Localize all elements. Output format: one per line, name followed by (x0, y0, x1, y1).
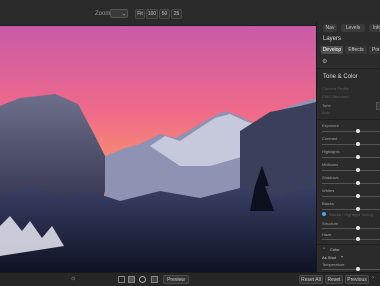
reset-button[interactable]: Reset (325, 275, 343, 284)
contrast-label: Contrast (322, 136, 338, 141)
blacks-label: Blacks (322, 201, 334, 206)
auto-button[interactable] (376, 102, 380, 110)
tab-nav[interactable]: Nav (323, 24, 337, 32)
shadows-slider[interactable] (322, 181, 380, 185)
tone-color-title: Tone & Color (323, 74, 358, 80)
whites-knob[interactable] (356, 194, 360, 198)
auto-label: Auto (322, 110, 331, 115)
exposure-slider[interactable] (322, 129, 380, 133)
layers-title: Layers (323, 36, 342, 42)
exposure-label: Exposure (322, 123, 339, 128)
chevron-down-icon: ▾ (122, 12, 125, 17)
structure-slider[interactable] (322, 226, 380, 230)
midtones-label: Midtones (322, 162, 339, 167)
exposure-knob[interactable] (356, 129, 360, 133)
chevron-down-icon: ▾ (341, 254, 344, 259)
compare-icon[interactable] (118, 276, 125, 283)
divider (317, 244, 380, 245)
bottom-bar: ☼ Preview Reset All Reset Previous › (0, 272, 380, 286)
midtones-knob[interactable] (356, 168, 360, 172)
color-icon: ◔ (322, 246, 326, 252)
divider (317, 119, 380, 120)
temperature-label: Temperature (322, 262, 345, 267)
brightness-icon[interactable]: ☼ (70, 275, 76, 282)
tab-info[interactable]: Info (369, 24, 380, 32)
highlights-slider[interactable] (322, 155, 380, 159)
structure-label: Structure (322, 221, 339, 226)
shadows-label: Shadows (322, 175, 339, 180)
contrast-knob[interactable] (356, 142, 360, 146)
camera-profile-value: CMC Standard (322, 94, 349, 99)
preview-button[interactable]: Preview (163, 275, 189, 284)
tab-develop[interactable]: Develop (321, 46, 343, 54)
shadows-knob[interactable] (356, 181, 360, 185)
tone-label: Tone (322, 103, 331, 108)
circle-icon[interactable] (139, 276, 146, 283)
previous-button[interactable]: Previous (345, 275, 369, 284)
haze-label: Haze (322, 232, 332, 237)
haze-knob[interactable] (356, 237, 360, 241)
grid-icon[interactable] (151, 276, 158, 283)
temperature-slider[interactable] (322, 267, 380, 271)
divider (317, 68, 380, 69)
tab-levels[interactable]: Levels (341, 24, 365, 32)
zoom-fit-button[interactable]: Fit (135, 9, 145, 19)
split-view-icon[interactable] (128, 276, 135, 283)
zoom-100-button[interactable]: 100 (146, 9, 158, 19)
blacks-knob[interactable] (356, 207, 360, 211)
midtones-slider[interactable] (322, 168, 380, 172)
reset-all-button[interactable]: Reset All (299, 275, 323, 284)
wb-select[interactable]: As Shot (322, 255, 336, 260)
whites-label: Whites (322, 188, 335, 193)
color-label: Color (330, 247, 340, 252)
right-panel: Nav Levels Info Layers Develop Effects P… (316, 22, 380, 272)
tab-effects[interactable]: Effects (345, 46, 367, 54)
toggle-label: Blacks · Highlight Toning (329, 212, 373, 217)
zoom-25-button[interactable]: 25 (171, 9, 182, 19)
highlights-knob[interactable] (356, 155, 360, 159)
blacks-slider[interactable] (322, 207, 380, 211)
photo-canvas[interactable] (0, 26, 316, 272)
haze-slider[interactable] (322, 237, 380, 241)
tab-portrait[interactable]: Portrait (369, 46, 380, 54)
structure-knob[interactable] (356, 226, 360, 230)
toggle-dot-icon[interactable] (322, 212, 326, 216)
whites-slider[interactable] (322, 194, 380, 198)
contrast-slider[interactable] (322, 142, 380, 146)
temperature-knob[interactable] (356, 267, 360, 271)
zoom-label: Zoom (95, 11, 111, 17)
highlights-label: Highlights (322, 149, 340, 154)
zoom-select[interactable]: ▾ (110, 9, 128, 18)
camera-profile-label: Camera Profile (322, 86, 349, 91)
zoom-50-button[interactable]: 50 (159, 9, 170, 19)
settings-icon[interactable]: ⚙ (322, 58, 327, 65)
more-icon[interactable]: › (372, 275, 374, 281)
